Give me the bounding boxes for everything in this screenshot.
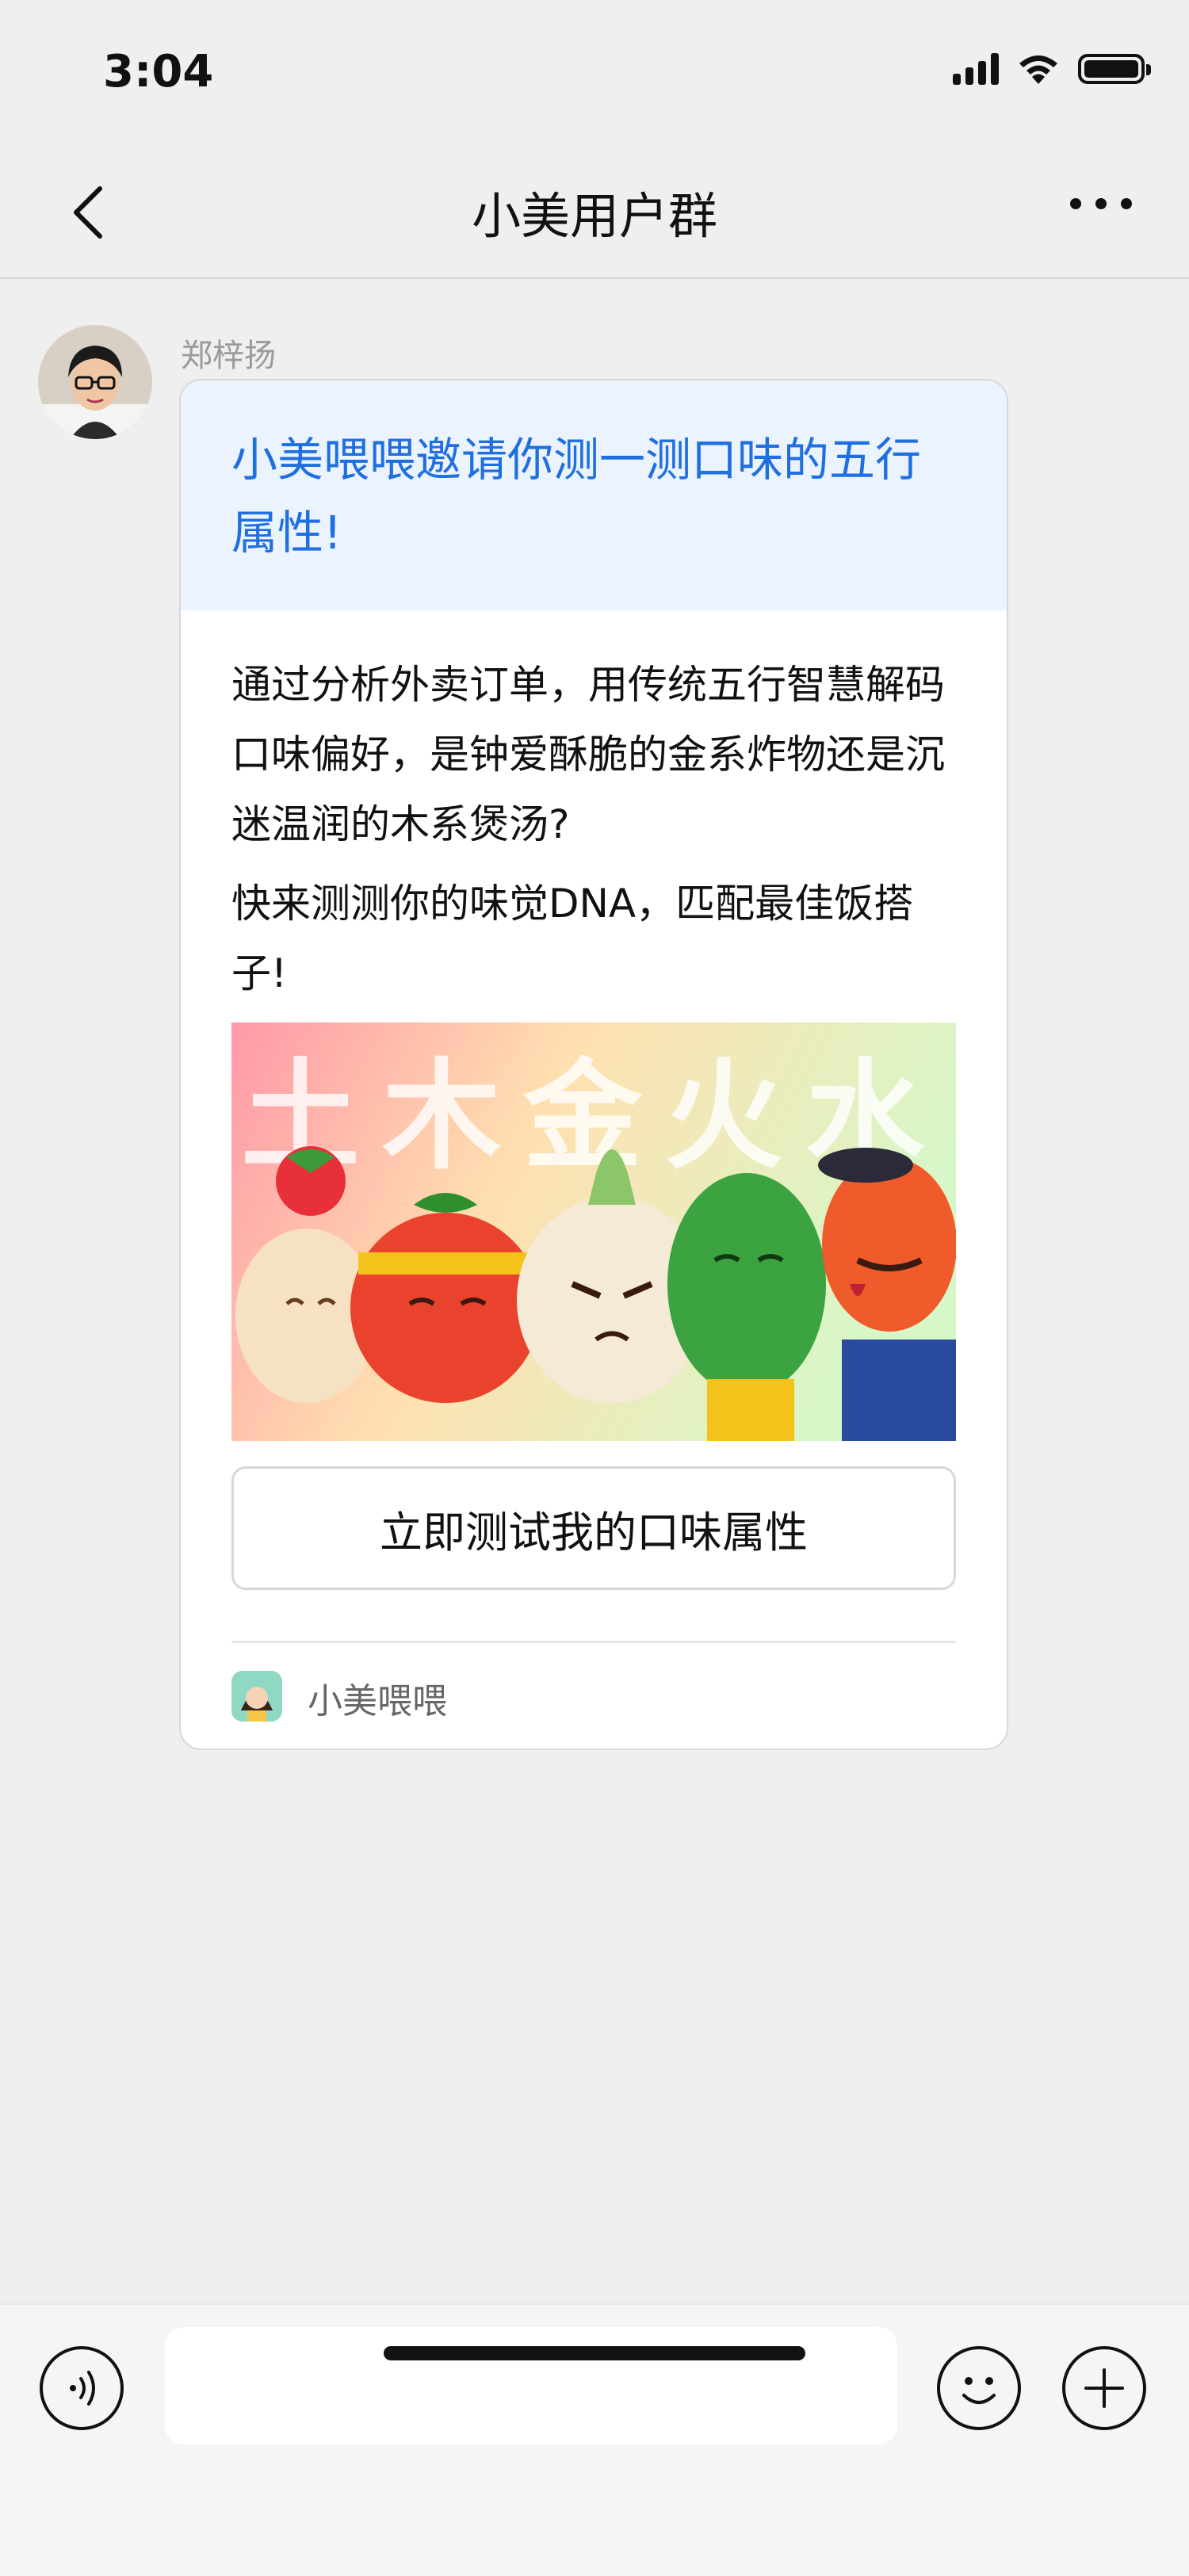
status-time: 3:04 (103, 46, 214, 97)
battery-icon (1078, 54, 1151, 84)
share-card[interactable]: 小美喂喂邀请你测一测口味的五行属性! 通过分析外卖订单，用传统五行智慧解码口味偏… (179, 379, 1008, 1750)
more-dots-icon[interactable] (1070, 198, 1132, 209)
wifi-icon (1019, 55, 1057, 84)
card-source-brand: 小美喂喂 (308, 1681, 447, 1722)
signal-icon (953, 53, 999, 85)
sender-name: 郑梓扬 (181, 338, 276, 374)
start-test-button[interactable]: 立即测试我的口味属性 (231, 1466, 956, 1590)
card-banner-image[interactable]: 土木金火水 (231, 1022, 956, 1441)
card-body: 通过分析外卖订单，用传统五行智慧解码口味偏好，是钟爱酥脆的金系炸物还是沉迷温润的… (231, 650, 961, 1018)
input-bar (0, 2303, 1189, 2576)
card-body-paragraph: 快来测测你的味觉DNA，匹配最佳饭搭子! (231, 881, 914, 996)
card-title: 小美喂喂邀请你测一测口味的五行属性! (231, 433, 922, 560)
emoji-icon[interactable] (937, 2346, 1021, 2430)
brand-logo-icon (231, 1671, 282, 1722)
status-icons (953, 52, 1151, 86)
voice-icon[interactable] (40, 2346, 124, 2430)
card-header: 小美喂喂邀请你测一测口味的五行属性! (181, 380, 1007, 610)
page-title: 小美用户群 (471, 187, 717, 245)
avatar[interactable] (38, 325, 152, 439)
message-input[interactable] (165, 2327, 897, 2444)
banner-illustration: 土木金火水 (231, 1022, 956, 1441)
plus-icon[interactable] (1062, 2346, 1146, 2430)
nav-bar: 小美用户群 (0, 143, 1189, 279)
avatar-portrait-icon (38, 325, 152, 439)
card-divider (231, 1641, 956, 1643)
card-body-paragraph: 通过分析外卖订单，用传统五行智慧解码口味偏好，是钟爱酥脆的金系炸物还是沉迷温润的… (231, 662, 945, 847)
home-indicator[interactable] (384, 2346, 805, 2360)
